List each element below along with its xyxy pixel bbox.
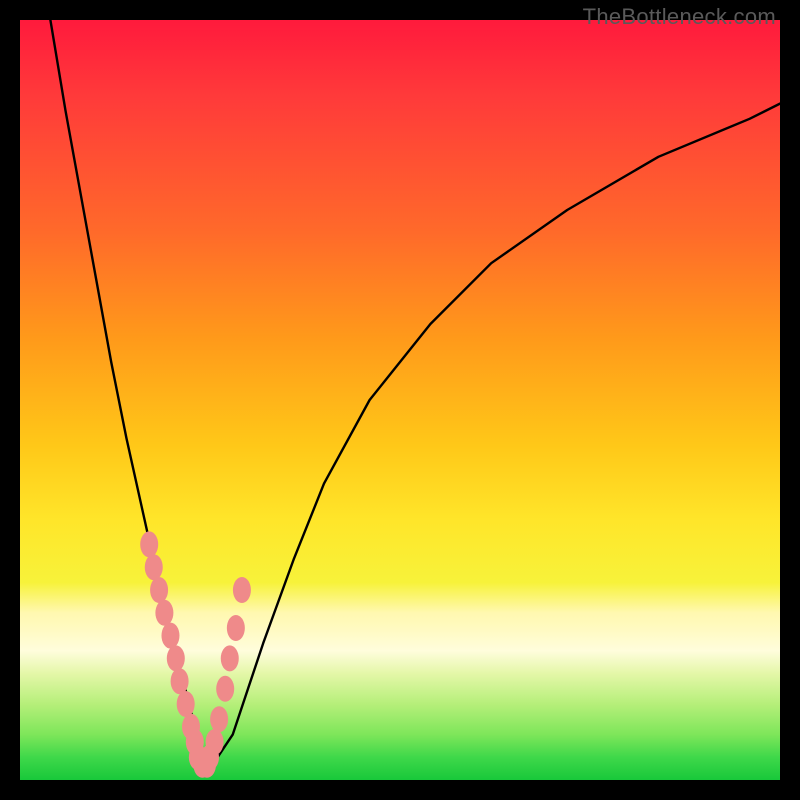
highlight-marker: [161, 623, 179, 649]
series-bottleneck-curve: [50, 20, 780, 765]
chart-svg: [20, 20, 780, 780]
highlight-marker: [155, 600, 173, 626]
highlight-marker: [227, 615, 245, 641]
highlight-marker: [210, 706, 228, 732]
highlight-marker: [216, 676, 234, 702]
highlight-marker: [177, 691, 195, 717]
highlight-marker: [140, 531, 158, 557]
curve-layer: [50, 20, 780, 765]
watermark-text: TheBottleneck.com: [583, 4, 776, 30]
highlight-marker: [150, 577, 168, 603]
marker-layer: [140, 531, 251, 777]
highlight-marker: [206, 729, 224, 755]
highlight-marker: [233, 577, 251, 603]
highlight-marker: [221, 645, 239, 671]
highlight-marker: [171, 668, 189, 694]
highlight-marker: [145, 554, 163, 580]
chart-frame: TheBottleneck.com: [0, 0, 800, 800]
highlight-marker: [167, 645, 185, 671]
plot-area: [20, 20, 780, 780]
